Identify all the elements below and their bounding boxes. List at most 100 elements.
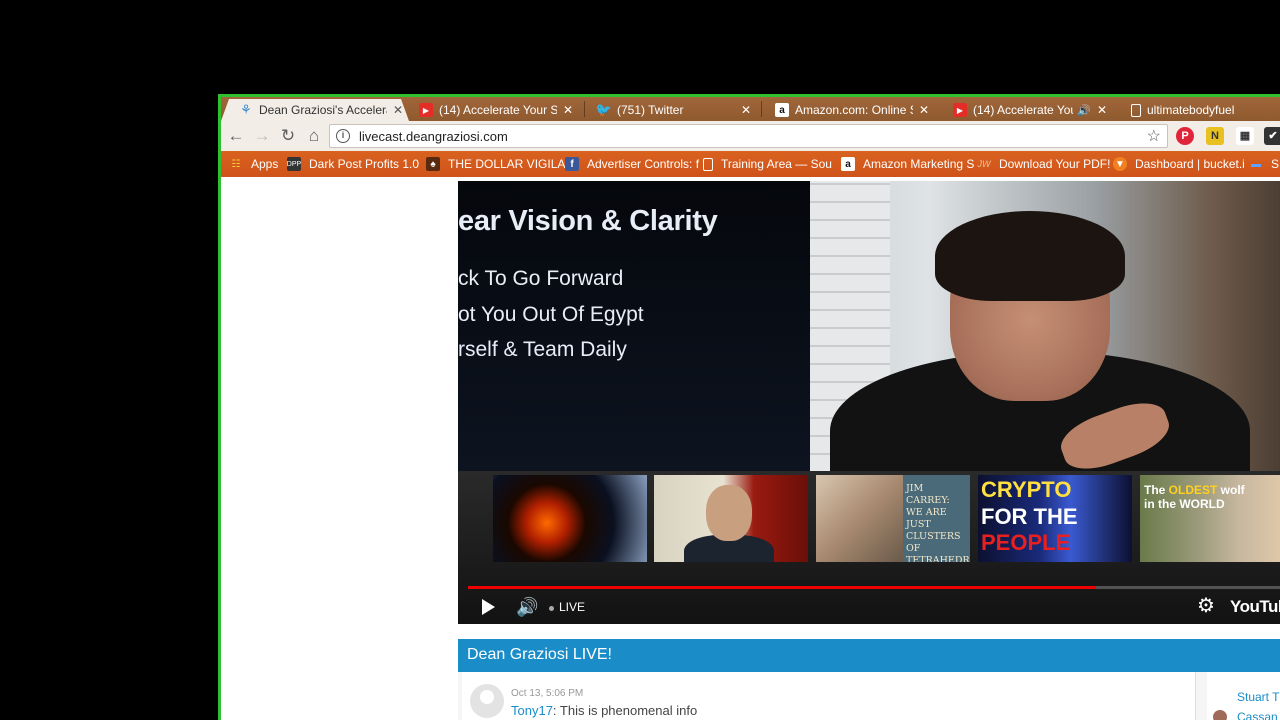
tab-youtube-accelerate-audio[interactable]: ▶ (14) Accelerate Your S 🔊 ✕: [935, 99, 1113, 121]
misc-icon: ▬: [1251, 158, 1261, 170]
browser-window: ⚘ Dean Graziosi's Accelerate ✕ ▶ (14) Ac…: [218, 94, 1280, 720]
bookmark-label: Training Area — Sou: [721, 157, 832, 171]
portrait-face: [706, 485, 752, 541]
thumbnail-caption: FOR THE: [981, 504, 1078, 529]
tab-dean-graziosi[interactable]: ⚘ Dean Graziosi's Accelerate ✕: [221, 99, 409, 121]
pinterest-icon[interactable]: P: [1176, 127, 1194, 145]
info-icon[interactable]: i: [336, 129, 350, 143]
facebook-icon: f: [565, 157, 579, 171]
forward-arrow-icon[interactable]: →: [251, 126, 273, 146]
user-name: Cassan: [1237, 710, 1278, 720]
thumbnail-photo: [816, 475, 903, 562]
close-icon[interactable]: ✕: [919, 103, 929, 117]
youtube-logo[interactable]: YouTube: [1230, 597, 1280, 617]
extension-n-icon[interactable]: N: [1206, 127, 1224, 145]
thumbnail-caption: in the WORLD: [1144, 497, 1225, 511]
user-name: Stuart T: [1237, 690, 1280, 704]
bookmark-amazon-marketing[interactable]: a Amazon Marketing S: [841, 155, 974, 173]
bookmark-training-area[interactable]: Training Area — Sou: [703, 155, 832, 173]
presentation-slide: ear Vision & Clarity ck To Go Forward ot…: [458, 181, 810, 471]
slide-line: ot You Out Of Egypt: [458, 303, 644, 326]
suggested-video-thumbnail-jim-carrey[interactable]: JIM CARREY: WE ARE JUST CLUSTERS OF TETR…: [816, 475, 970, 562]
tab-label: Amazon.com: Online Sho: [795, 103, 913, 117]
bookmark-apps[interactable]: ☷ Apps: [229, 155, 279, 173]
tab-twitter[interactable]: 🐦 (751) Twitter ✕: [579, 99, 757, 121]
tab-ultimatebodyfuel[interactable]: ultimatebodyfuel: [1113, 99, 1280, 121]
extension-check-icon[interactable]: ✔: [1264, 127, 1280, 145]
speaker-icon[interactable]: 🔊: [1077, 104, 1091, 117]
message-timestamp: Oct 13, 5:06 PM: [511, 688, 584, 699]
bucket-icon: ▼: [1113, 157, 1127, 171]
suggested-video-thumbnail-tesla[interactable]: [654, 475, 808, 562]
suggested-video-thumbnail-crypto[interactable]: CRYPTO FOR THE PEOPLE: [978, 475, 1132, 562]
suggested-video-thumbnail-blackhole[interactable]: [493, 475, 647, 562]
suggested-video-thumbnail-wolf[interactable]: The OLDEST wolf in the WORLD: [1140, 475, 1280, 562]
live-dot-icon: [549, 606, 554, 611]
reload-icon[interactable]: ↻: [277, 126, 299, 146]
presenter-video-frame: [810, 181, 1280, 511]
caption-part: OLDEST: [1168, 483, 1218, 497]
thumbnail-caption: CRYPTO: [981, 477, 1072, 502]
bookmark-label: S: [1271, 157, 1280, 171]
youtube-icon: ▶: [953, 103, 967, 117]
progress-bar[interactable]: [468, 586, 1280, 589]
chat-header: Dean Graziosi LIVE!: [458, 639, 1280, 672]
player-controls: 🔊 LIVE ⚙ YouTube: [458, 591, 1280, 624]
bookmark-download-pdf[interactable]: JW Download Your PDF!: [977, 155, 1111, 173]
vigilante-icon: ♠: [426, 157, 440, 171]
slide-line: rself & Team Daily: [458, 338, 627, 361]
chat-messages: Oct 13, 5:06 PM Tony17: This is phenomen…: [462, 672, 1196, 720]
bookmark-label: Download Your PDF!: [999, 157, 1111, 171]
caption-part: wolf: [1217, 483, 1245, 497]
home-icon[interactable]: ⌂: [303, 126, 325, 146]
bookmark-label: Apps: [251, 157, 279, 171]
chat-panel: Dean Graziosi LIVE! Oct 13, 5:06 PM Tony…: [458, 639, 1280, 720]
close-icon[interactable]: ✕: [1097, 103, 1107, 117]
url-text[interactable]: livecast.deangraziosi.com: [359, 129, 1147, 144]
jw-icon: JW: [977, 159, 991, 169]
twitter-icon: 🐦: [595, 102, 613, 117]
gear-icon[interactable]: ⚙: [1197, 596, 1215, 616]
back-arrow-icon[interactable]: ←: [225, 126, 247, 146]
address-bar[interactable]: i livecast.deangraziosi.com ☆: [329, 124, 1168, 148]
video-player[interactable]: ear Vision & Clarity ck To Go Forward ot…: [458, 181, 1280, 624]
bookmark-label: Amazon Marketing S: [863, 157, 975, 171]
thumbnail-caption: JIM CARREY: WE ARE JUST CLUSTERS OF TETR…: [906, 483, 970, 562]
play-icon[interactable]: [482, 599, 495, 615]
tab-youtube-accelerate[interactable]: ▶ (14) Accelerate Your Succ ✕: [401, 99, 579, 121]
browser-toolbar: ← → ↻ ⌂ i livecast.deangraziosi.com ☆ P …: [221, 121, 1280, 151]
extension-grid-icon[interactable]: ▦: [1236, 127, 1254, 145]
close-icon[interactable]: ✕: [563, 103, 573, 117]
bookmark-advertiser-controls[interactable]: f Advertiser Controls: f: [565, 155, 699, 173]
live-badge[interactable]: LIVE: [559, 600, 585, 614]
bookmark-label: Dark Post Profits 1.0: [309, 157, 420, 171]
tab-bar: ⚘ Dean Graziosi's Accelerate ✕ ▶ (14) Ac…: [221, 97, 1280, 121]
amazon-icon: a: [841, 157, 855, 171]
avatar: [1213, 690, 1227, 704]
message-text: : This is phenomenal info: [552, 703, 698, 718]
caption-part: The: [1144, 483, 1169, 497]
avatar: [470, 684, 504, 718]
bookmark-misc[interactable]: ▬ S: [1249, 155, 1279, 173]
message-username[interactable]: Tony17: [511, 703, 553, 718]
youtube-icon: ▶: [419, 103, 433, 117]
tab-label: ultimatebodyfuel: [1147, 103, 1235, 117]
thumbnail-caption: The OLDEST wolf: [1144, 483, 1245, 497]
user-list-item[interactable]: Cassan: [1213, 709, 1278, 720]
bookmark-star-icon[interactable]: ☆: [1147, 126, 1161, 146]
chat-message: Tony17: This is phenomenal info: [511, 703, 697, 718]
bookmark-dark-post-profits[interactable]: DPP Dark Post Profits 1.0: [287, 155, 419, 173]
bookmark-label: THE DOLLAR VIGILAN: [448, 157, 575, 171]
amazon-icon: a: [775, 103, 789, 117]
close-icon[interactable]: ✕: [741, 103, 751, 117]
bookmark-label: Advertiser Controls: f: [587, 157, 700, 171]
bookmark-dashboard-bucket[interactable]: ▼ Dashboard | bucket.i: [1113, 155, 1245, 173]
chat-user-list: Stuart T Cassan: [1207, 672, 1280, 720]
tab-amazon[interactable]: a Amazon.com: Online Sho ✕: [757, 99, 935, 121]
volume-icon[interactable]: 🔊: [516, 598, 538, 616]
slide-title: ear Vision & Clarity: [458, 205, 718, 237]
bookmark-dollar-vigilante[interactable]: ♠ THE DOLLAR VIGILAN: [426, 155, 574, 173]
bookmarks-bar: ☷ Apps DPP Dark Post Profits 1.0 ♠ THE D…: [221, 151, 1280, 177]
user-list-item[interactable]: Stuart T: [1213, 689, 1279, 705]
slide-line: ck To Go Forward: [458, 267, 624, 290]
